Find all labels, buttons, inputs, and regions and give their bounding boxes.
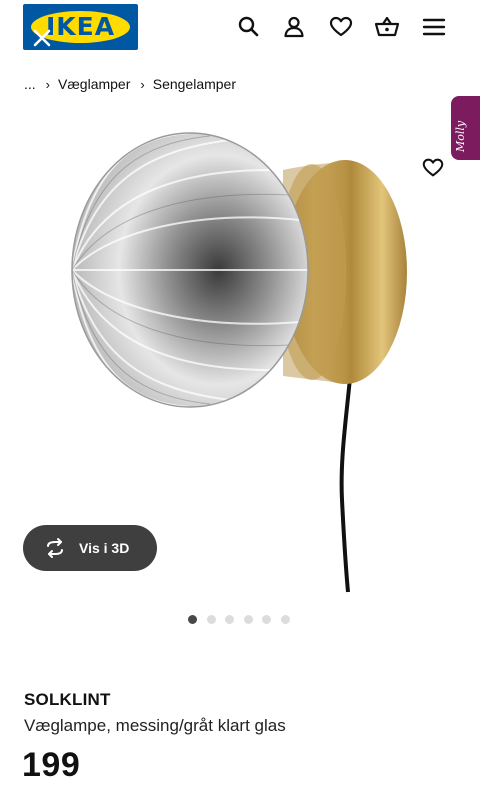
product-price: 199 [22, 746, 81, 784]
image-carousel-dots [188, 615, 300, 624]
product-name: SOLKLINT [24, 690, 111, 709]
carousel-dot[interactable] [225, 615, 235, 624]
breadcrumb-item-sengelamper[interactable]: Sengelamper [153, 76, 236, 92]
menu-icon[interactable] [421, 14, 447, 40]
top-header: IKEA [0, 0, 480, 62]
view-in-3d-label: Vis i 3D [79, 540, 130, 556]
view-in-3d-button[interactable]: Vis i 3D [23, 525, 157, 571]
breadcrumb: ... › Væglamper › Sengelamper [24, 74, 236, 94]
product-description: Væglampe, messing/gråt klart glas [24, 716, 286, 735]
breadcrumb-ellipsis[interactable]: ... [24, 76, 36, 92]
favourite-heart-icon[interactable] [421, 156, 445, 180]
carousel-dot[interactable] [206, 615, 216, 624]
carousel-dot[interactable] [262, 615, 272, 624]
chat-assistant-label: Molly [454, 120, 467, 152]
search-icon[interactable] [236, 14, 262, 40]
heart-icon[interactable] [328, 14, 354, 40]
chevron-right-icon: › [45, 76, 51, 92]
chat-assistant-tab[interactable]: Molly [451, 96, 480, 160]
close-icon[interactable] [31, 27, 53, 49]
basket-icon[interactable] [374, 14, 400, 40]
carousel-dot[interactable] [280, 615, 290, 624]
account-icon[interactable] [281, 14, 307, 40]
breadcrumb-item-vaeglamper[interactable]: Væglamper [58, 76, 130, 92]
carousel-dot[interactable] [243, 615, 253, 624]
carousel-dot[interactable] [188, 615, 197, 624]
chevron-right-icon: › [140, 76, 145, 92]
rotate-3d-icon [47, 538, 63, 558]
